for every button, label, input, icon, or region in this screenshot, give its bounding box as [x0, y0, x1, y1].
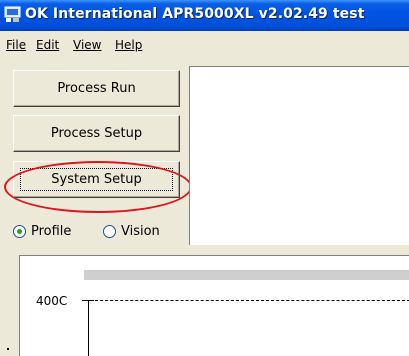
- stray-dot: [7, 348, 9, 350]
- menu-view[interactable]: View: [73, 38, 101, 52]
- graph-reference-line: [90, 300, 409, 301]
- menu-view-label: View: [73, 38, 102, 52]
- menu-edit[interactable]: Edit: [36, 38, 59, 52]
- app-window: OK International APR5000XL v2.02.49 test…: [0, 0, 409, 356]
- process-setup-button[interactable]: Process Setup: [13, 115, 180, 152]
- preview-canvas: [189, 66, 409, 245]
- process-setup-label: Process Setup: [50, 126, 143, 141]
- title-bar[interactable]: OK International APR5000XL v2.02.49 test: [0, 0, 409, 31]
- radio-vision[interactable]: Vision: [103, 224, 160, 239]
- menu-help[interactable]: Help: [115, 38, 142, 52]
- process-run-button[interactable]: Process Run: [13, 70, 180, 107]
- radio-profile-indicator: [13, 225, 26, 238]
- system-setup-button[interactable]: System Setup: [13, 161, 180, 198]
- menu-bar: File Edit View Help: [0, 31, 409, 55]
- graph-header-bar: [84, 270, 409, 280]
- process-run-label: Process Run: [57, 81, 136, 96]
- radio-vision-indicator: [103, 225, 116, 238]
- app-icon: [4, 6, 21, 22]
- menu-help-label: Help: [115, 38, 143, 52]
- radio-profile[interactable]: Profile: [13, 224, 71, 239]
- menu-file-label: File: [6, 38, 27, 52]
- system-setup-label: System Setup: [51, 172, 142, 187]
- menu-file[interactable]: File: [6, 38, 26, 52]
- window-title: OK International APR5000XL v2.02.49 test: [25, 6, 365, 22]
- graph-y-axis: [88, 300, 89, 356]
- radio-profile-label: Profile: [31, 224, 72, 239]
- radio-vision-label: Vision: [121, 224, 160, 239]
- menu-edit-label: Edit: [36, 38, 60, 52]
- graph-y-label: 400C: [36, 294, 68, 308]
